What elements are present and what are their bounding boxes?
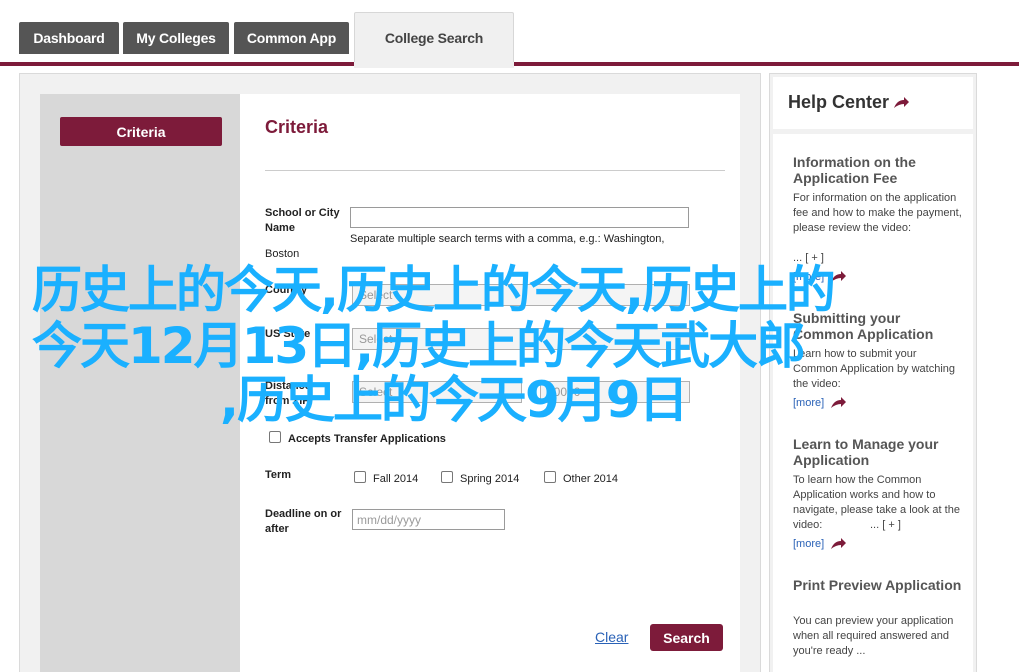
help-item-expand[interactable]: ... [ + ] xyxy=(870,518,930,533)
help-title[interactable]: Help Center xyxy=(788,92,910,113)
tab-my-colleges[interactable]: My Colleges xyxy=(123,22,229,54)
term-fall-checkbox[interactable] xyxy=(354,471,366,483)
term-other-checkbox[interactable] xyxy=(544,471,556,483)
page-title: Criteria xyxy=(265,117,329,137)
term-label: Term xyxy=(265,469,292,481)
arrow-icon xyxy=(831,538,847,549)
help-item-title[interactable]: Print Preview Application xyxy=(793,577,963,593)
tab-college-search[interactable]: College Search xyxy=(354,12,514,68)
overlay-text-line-3: ,历史上的今天9月9日 xyxy=(220,371,689,429)
more-link-label: [more] xyxy=(793,397,825,409)
school-label: School or City Name xyxy=(265,207,340,234)
transfer-checkbox[interactable] xyxy=(269,431,281,443)
divider xyxy=(265,170,725,171)
tab-dashboard[interactable]: Dashboard xyxy=(19,22,119,54)
term-other-label: Other 2014 xyxy=(563,473,619,485)
overlay-text-line-1: 历史上的今天,历史上的今天,历史上的 xyxy=(32,261,836,319)
more-link-label: [more] xyxy=(793,538,825,550)
school-hint: Separate multiple search terms with a co… xyxy=(350,233,665,245)
help-item-text: You can preview your application when al… xyxy=(793,615,954,657)
more-link[interactable]: [more] xyxy=(793,538,847,550)
term-spring-checkbox[interactable] xyxy=(441,471,453,483)
deadline-label: Deadline on or after xyxy=(265,508,342,535)
arrow-icon xyxy=(894,96,910,108)
overlay-text-line-2: 今天12月13日,历史上的今天武大郎 xyxy=(32,317,806,375)
tab-rule-gap xyxy=(354,62,514,68)
tab-bar: Dashboard My Colleges Common App College… xyxy=(0,0,1019,68)
help-title-text: Help Center xyxy=(788,92,890,112)
criteria-button[interactable]: Criteria xyxy=(60,117,222,146)
term-spring-label: Spring 2014 xyxy=(460,473,520,485)
search-button[interactable]: Search xyxy=(650,624,723,651)
tab-common-app[interactable]: Common App xyxy=(234,22,349,54)
more-link[interactable]: [more] xyxy=(793,397,847,409)
deadline-input[interactable] xyxy=(352,509,505,530)
transfer-label: Accepts Transfer Applications xyxy=(288,433,446,445)
help-item-title[interactable]: Information on the Application Fee xyxy=(793,154,963,186)
clear-link[interactable]: Clear xyxy=(595,629,628,645)
help-item-text: For information on the application fee a… xyxy=(793,192,962,234)
arrow-icon xyxy=(831,397,847,408)
help-item-text: Learn how to submit your Common Applicat… xyxy=(793,348,956,390)
help-item-title[interactable]: Learn to Manage your Application xyxy=(793,436,963,468)
school-input[interactable] xyxy=(350,207,689,228)
term-fall-label: Fall 2014 xyxy=(373,473,419,485)
criteria-sidebar xyxy=(40,94,240,672)
school-hint-2: Boston xyxy=(265,248,300,260)
